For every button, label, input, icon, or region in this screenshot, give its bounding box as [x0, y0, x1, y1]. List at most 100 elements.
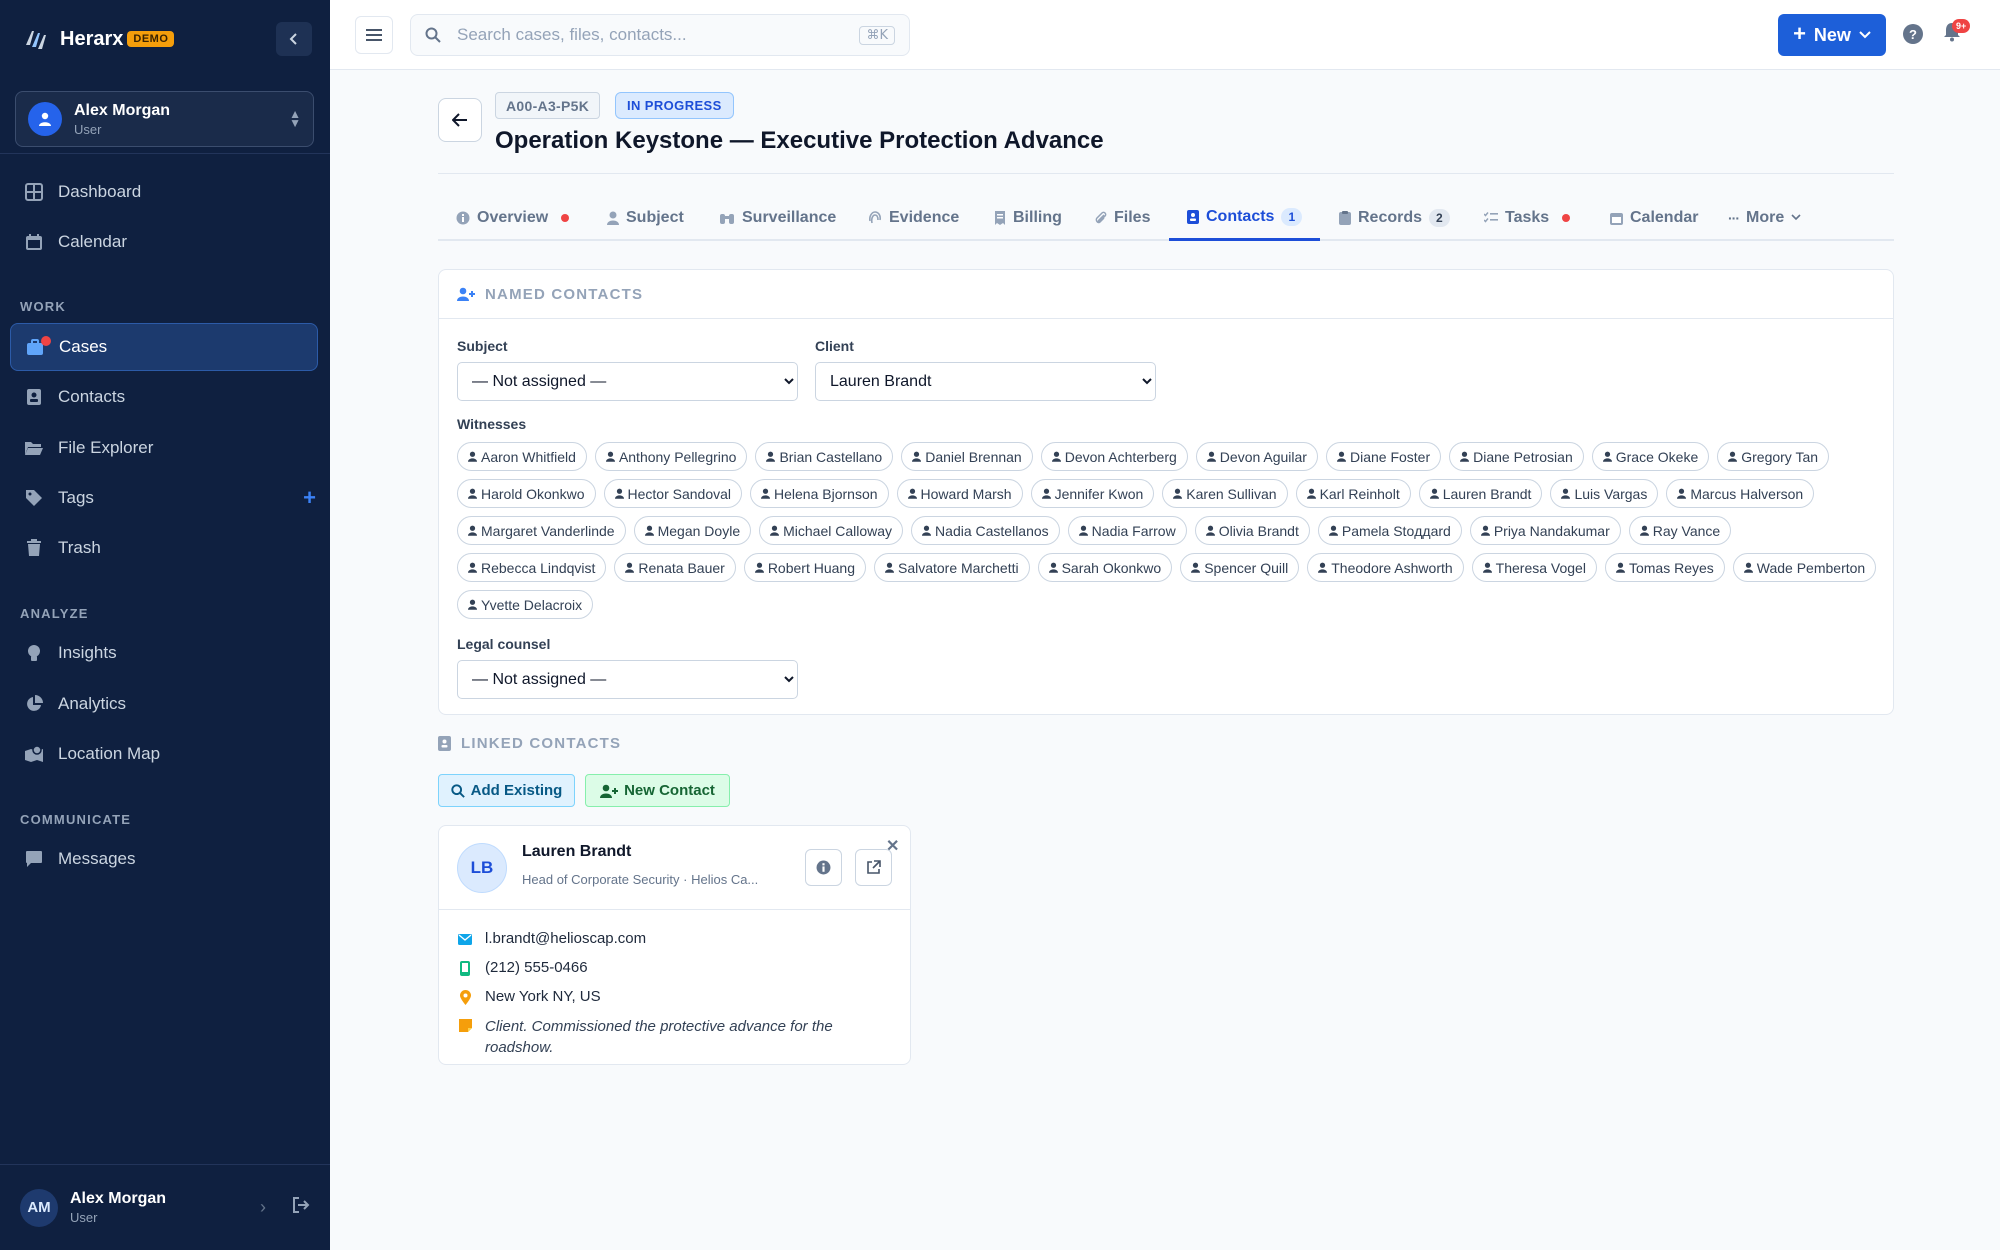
- witness-chip[interactable]: Nadia Castellanos: [911, 516, 1060, 545]
- back-button[interactable]: [438, 98, 482, 142]
- witness-chip[interactable]: Diane Petrosian: [1449, 442, 1584, 471]
- witness-chip[interactable]: Olivia Brandt: [1194, 516, 1310, 545]
- collapse-sidebar-button[interactable]: [276, 22, 312, 56]
- contact-phone[interactable]: (212) 555-0466: [485, 959, 588, 976]
- witness-chip[interactable]: Priya Nandakumar: [1469, 516, 1621, 545]
- witness-chip-list: Aaron Whitfield Anthony Pellegrino Brian C…: [457, 442, 1877, 619]
- close-icon[interactable]: ✕: [886, 836, 899, 856]
- add-existing-button[interactable]: Add Existing: [438, 774, 575, 807]
- witness-chip[interactable]: Helena Bjornson: [750, 479, 889, 508]
- add-tag-icon[interactable]: +: [303, 485, 316, 511]
- witness-chip[interactable]: Robert Huang: [743, 553, 866, 582]
- nav-cases[interactable]: Cases: [10, 323, 318, 371]
- witness-chip[interactable]: Wade Pemberton: [1732, 553, 1877, 582]
- tab-records[interactable]: Records 2: [1339, 196, 1450, 239]
- footer-avatar[interactable]: AM: [20, 1188, 58, 1227]
- calendar-icon: [1610, 212, 1623, 225]
- nav-contacts[interactable]: Contacts: [10, 373, 318, 421]
- tab-more[interactable]: ··· More: [1728, 196, 1801, 239]
- shortcut-hint: ⌘K: [859, 25, 895, 45]
- witness-chip[interactable]: Devon Aguilar: [1195, 442, 1318, 471]
- client-select[interactable]: Lauren Brandt: [815, 362, 1156, 401]
- witness-chip[interactable]: Yvette Delacroix: [457, 590, 594, 619]
- witness-chip[interactable]: Marcus Halverson: [1666, 479, 1815, 508]
- nav-messages[interactable]: Messages: [10, 835, 318, 883]
- user-avatar-icon: [28, 102, 62, 136]
- witness-chip[interactable]: Jennifer Kwon: [1030, 479, 1155, 508]
- witness-chip[interactable]: Karen Sullivan: [1162, 479, 1288, 508]
- tab-subject[interactable]: Subject: [607, 196, 684, 239]
- witness-chip[interactable]: Tomas Reyes: [1604, 553, 1725, 582]
- nav-tags[interactable]: Tags +: [10, 474, 318, 522]
- chevron-right-icon[interactable]: ›: [260, 1197, 266, 1218]
- witness-chip[interactable]: Grace Okeke: [1591, 442, 1710, 471]
- logout-icon[interactable]: [292, 1196, 310, 1219]
- tab-evidence[interactable]: Evidence: [868, 196, 959, 239]
- witness-name: Margaret Vanderlinde: [481, 522, 615, 539]
- tab-contacts[interactable]: Contacts 1: [1169, 196, 1321, 241]
- witness-chip[interactable]: Devon Achterberg: [1040, 442, 1188, 471]
- named-contacts-card: NAMED CONTACTS Subject — Not assigned — …: [438, 269, 1894, 715]
- contact-phone-row: (212) 555-0466: [457, 959, 588, 976]
- brand[interactable]: Herarx DEMO: [22, 22, 175, 56]
- witness-name: Marcus Halverson: [1690, 485, 1804, 502]
- contact-name[interactable]: Lauren Brandt: [522, 843, 631, 861]
- witness-chip[interactable]: Michael Calloway: [759, 516, 904, 545]
- witness-chip[interactable]: Spencer Quill: [1180, 553, 1300, 582]
- witness-chip[interactable]: Pamela Stoддard: [1317, 516, 1462, 545]
- witness-chip[interactable]: Theresa Vogel: [1471, 553, 1597, 582]
- witness-chip[interactable]: Margaret Vanderlinde: [457, 516, 626, 545]
- nav-insights[interactable]: Insights: [10, 629, 318, 677]
- legal-counsel-select[interactable]: — Not assigned —: [457, 660, 798, 699]
- contact-info-button[interactable]: [805, 849, 842, 886]
- new-contact-button[interactable]: New Contact: [585, 774, 730, 807]
- nav-dashboard[interactable]: Dashboard: [10, 168, 318, 216]
- witness-chip[interactable]: Karl Reinholt: [1295, 479, 1411, 508]
- tab-calendar[interactable]: Calendar: [1610, 196, 1698, 239]
- person-icon: [1728, 451, 1738, 462]
- nav-file-explorer[interactable]: File Explorer: [10, 424, 318, 472]
- person-icon: [468, 488, 477, 499]
- phone-icon: [457, 960, 473, 976]
- tab-overview[interactable]: Overview: [456, 196, 570, 239]
- search-box[interactable]: ⌘K: [410, 14, 910, 56]
- witness-chip[interactable]: Daniel Brennan: [901, 442, 1033, 471]
- witness-chip[interactable]: Megan Doyle: [633, 516, 752, 545]
- witness-chip[interactable]: Brian Castellano: [755, 442, 894, 471]
- search-input[interactable]: [457, 25, 837, 45]
- nav-location-map[interactable]: Location Map: [10, 730, 318, 778]
- nav-section-work: WORK: [20, 299, 66, 314]
- tab-tasks[interactable]: Tasks: [1484, 196, 1571, 239]
- tab-billing[interactable]: Billing: [994, 196, 1062, 239]
- subject-select[interactable]: — Not assigned —: [457, 362, 798, 401]
- witness-chip[interactable]: Sarah Okonkwo: [1037, 553, 1173, 582]
- witness-chip[interactable]: Hector Sandoval: [603, 479, 743, 508]
- help-icon[interactable]: ?: [1903, 24, 1923, 44]
- witness-chip[interactable]: Renata Bauer: [614, 553, 736, 582]
- witness-chip[interactable]: Howard Marsh: [896, 479, 1023, 508]
- witness-chip[interactable]: Anthony Pellegrino: [594, 442, 748, 471]
- tab-surveillance[interactable]: Surveillance: [719, 196, 836, 239]
- page-title: Operation Keystone — Executive Protectio…: [495, 127, 1104, 154]
- nav-calendar[interactable]: Calendar: [10, 218, 318, 266]
- user-switcher[interactable]: Alex Morgan User ▲ ▼: [15, 91, 314, 147]
- witness-chip[interactable]: Rebecca Lindqvist: [457, 553, 607, 582]
- witness-chip[interactable]: Ray Vance: [1628, 516, 1732, 545]
- witness-chip[interactable]: Diane Foster: [1325, 442, 1442, 471]
- witness-chip[interactable]: Nadia Farrow: [1067, 516, 1187, 545]
- witness-chip[interactable]: Gregory Tan: [1717, 442, 1830, 471]
- menu-button[interactable]: [355, 16, 393, 54]
- tab-files[interactable]: Files: [1095, 196, 1150, 239]
- nav-analytics[interactable]: Analytics: [10, 680, 318, 728]
- new-button[interactable]: + New: [1778, 14, 1886, 56]
- witness-chip[interactable]: Luis Vargas: [1550, 479, 1659, 508]
- witness-chip[interactable]: Harold Okonkwo: [457, 479, 596, 508]
- witness-chip[interactable]: Aaron Whitfield: [457, 442, 587, 471]
- fingerprint-icon: [869, 210, 881, 223]
- app-logo-icon: [26, 31, 46, 49]
- contact-email[interactable]: l.brandt@helioscap.com: [485, 930, 646, 947]
- nav-trash[interactable]: Trash: [10, 524, 318, 572]
- witness-chip[interactable]: Salvatore Marchetti: [873, 553, 1030, 582]
- witness-chip[interactable]: Theodore Ashworth: [1307, 553, 1464, 582]
- witness-chip[interactable]: Lauren Brandt: [1418, 479, 1543, 508]
